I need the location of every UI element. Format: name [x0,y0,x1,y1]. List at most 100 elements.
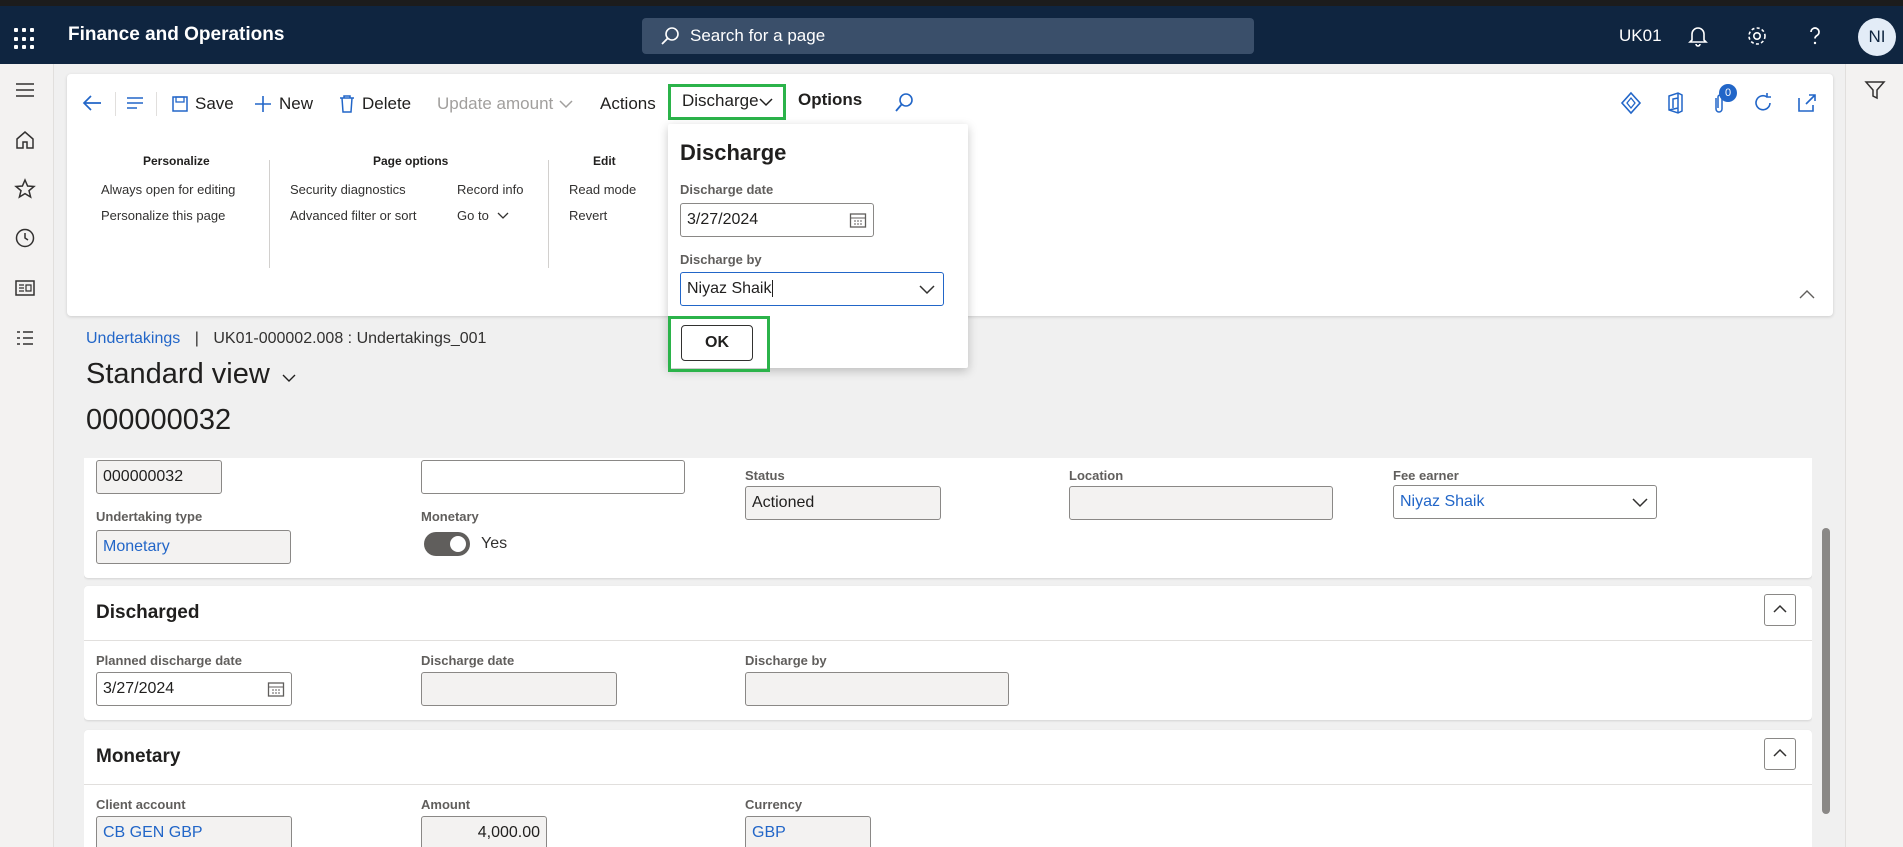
home-icon[interactable] [13,128,37,152]
workspace-icon[interactable] [13,276,37,300]
fee-earner-label: Fee earner [1393,468,1459,483]
discharge-tab[interactable]: Discharge [668,84,786,120]
modules-list-icon[interactable] [13,326,37,350]
top-navigation-bar: Finance and Operations Search for a page… [0,0,1903,64]
amount-field[interactable]: 4,000.00 [421,816,547,847]
update-amount-label: Update amount [437,94,554,113]
company-selector[interactable]: UK01 [1619,26,1662,46]
gear-icon[interactable] [1745,24,1769,48]
record-title: 000000032 [86,404,232,436]
group-title-page-options: Page options [373,154,449,168]
planned-discharge-date-label: Planned discharge date [96,653,242,668]
actions-tab[interactable]: Actions [600,90,656,118]
update-amount-button[interactable]: Update amount [437,90,573,118]
general-card: 000000032 Status Actioned Location Fee e… [84,458,1812,578]
vertical-scrollbar[interactable] [1822,528,1830,814]
discharge-by-value: Niyaz Shaik [687,280,772,297]
right-rail [1845,64,1903,847]
status-value: Actioned [752,494,815,511]
personalize-this-page-button[interactable]: Personalize this page [101,208,225,223]
show-more-lines-icon[interactable] [124,92,146,114]
always-open-for-editing-button[interactable]: Always open for editing [101,182,235,197]
new-button[interactable]: New [253,90,313,118]
hamburger-menu-icon[interactable] [13,78,37,102]
amount-label: Amount [421,797,471,812]
collapse-discharged-button[interactable] [1764,594,1796,626]
go-to-button[interactable]: Go to [457,208,509,223]
discharge-by-readonly-field[interactable] [745,672,1009,706]
office-icon[interactable] [1663,90,1687,116]
undertaking-id-value: 000000032 [103,468,184,485]
discharge-date-label: Discharge date [421,653,515,668]
security-diagnostics-button[interactable]: Security diagnostics [290,182,406,197]
discharged-section-title[interactable]: Discharged [96,602,199,624]
options-tab[interactable]: Options [794,90,862,127]
app-launcher-icon[interactable] [14,28,36,50]
discharge-date-readonly-field[interactable] [421,672,617,706]
chevron-down-icon[interactable] [919,282,935,296]
collapse-monetary-button[interactable] [1764,738,1796,770]
new-label: New [279,94,314,113]
monetary-toggle[interactable] [424,532,470,556]
refresh-icon[interactable] [1751,90,1775,116]
discharge-by-label: Discharge by [745,653,827,668]
clock-icon[interactable] [13,226,37,250]
filter-icon[interactable] [1863,78,1887,102]
client-account-value[interactable]: CB GEN GBP [103,824,203,841]
bell-icon[interactable] [1686,24,1710,48]
currency-value[interactable]: GBP [752,824,786,841]
record-info-button[interactable]: Record info [457,182,523,197]
search-placeholder: Search for a page [690,26,826,45]
power-apps-icon[interactable] [1619,90,1643,116]
app-title[interactable]: Finance and Operations [68,24,284,46]
discharge-date-field[interactable]: 3/27/2024 [680,203,874,237]
chevron-up-icon [1773,748,1787,757]
view-name: Standard view [86,358,270,390]
back-arrow-icon[interactable] [81,92,103,114]
monetary-card: Monetary Client account CB GEN GBP Amoun… [84,730,1812,847]
star-icon[interactable] [13,177,37,201]
undertaking-type-field[interactable]: Monetary [96,530,291,564]
ok-button[interactable]: OK [681,325,753,361]
chevron-up-icon [1773,604,1787,613]
breadcrumb-link[interactable]: Undertakings [86,330,180,347]
client-account-field[interactable]: CB GEN GBP [96,816,292,847]
delete-button[interactable]: Delete [338,90,411,118]
avatar[interactable]: NI [1858,18,1896,56]
description-field[interactable] [421,460,685,494]
breadcrumb-separator: | [194,330,199,347]
search-icon[interactable] [893,92,915,114]
location-field[interactable] [1069,486,1333,520]
save-label: Save [195,94,234,113]
planned-discharge-date-field[interactable]: 3/27/2024 [96,672,292,706]
collapse-action-pane-icon[interactable] [1799,288,1815,300]
calendar-icon[interactable] [849,211,867,229]
search-box[interactable]: Search for a page [642,18,1254,54]
discharge-by-label: Discharge by [680,252,762,267]
advanced-filter-or-sort-button[interactable]: Advanced filter or sort [290,208,416,223]
view-selector[interactable]: Standard view [86,358,296,391]
fee-earner-value[interactable]: Niyaz Shaik [1400,493,1484,510]
read-mode-button[interactable]: Read mode [569,182,636,197]
fee-earner-field[interactable]: Niyaz Shaik [1393,485,1657,519]
help-icon[interactable] [1803,24,1827,48]
status-field[interactable]: Actioned [745,486,941,520]
discharge-tab-label: Discharge [682,91,759,110]
open-in-new-window-icon[interactable] [1795,90,1819,116]
chevron-down-icon [497,212,509,219]
undertaking-type-value[interactable]: Monetary [103,538,170,555]
chevron-down-icon [559,100,573,109]
client-account-label: Client account [96,797,186,812]
revert-button[interactable]: Revert [569,208,607,223]
currency-field[interactable]: GBP [745,816,871,847]
calendar-icon[interactable] [267,680,285,698]
chevron-down-icon[interactable] [1632,495,1648,509]
actions-label: Actions [600,94,656,113]
discharge-flyout: Discharge Discharge date 3/27/2024 Disch… [668,124,968,372]
discharge-date-value: 3/27/2024 [687,211,759,228]
undertaking-id-field[interactable]: 000000032 [96,460,222,494]
monetary-section-title[interactable]: Monetary [96,746,180,768]
left-navigation [0,64,54,847]
discharge-by-field[interactable]: Niyaz Shaik [680,272,944,306]
save-button[interactable]: Save [171,90,234,118]
